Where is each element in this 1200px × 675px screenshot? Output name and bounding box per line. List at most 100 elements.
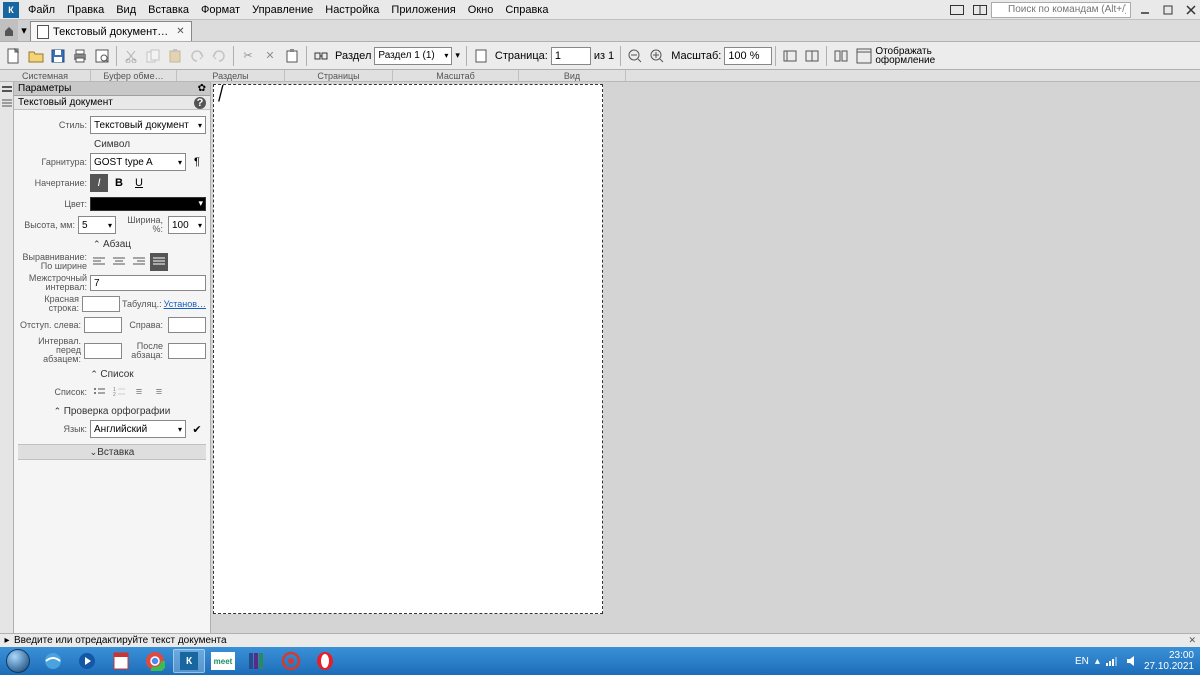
- menu-apps[interactable]: Приложения: [385, 2, 461, 18]
- list-numbers-button[interactable]: 12: [110, 383, 128, 401]
- tabulation-link[interactable]: Установ…: [164, 299, 206, 309]
- list-bullets-button[interactable]: [90, 383, 108, 401]
- tray-lang[interactable]: EN: [1075, 656, 1089, 667]
- cut2-icon[interactable]: ✂: [238, 46, 258, 66]
- home-dropdown[interactable]: ▾: [18, 20, 30, 41]
- open-button[interactable]: [26, 46, 46, 66]
- font-combo[interactable]: GOST type A▾: [90, 153, 186, 171]
- task-opera[interactable]: [309, 649, 341, 673]
- task-chrome[interactable]: [139, 649, 171, 673]
- align-left-button[interactable]: [90, 253, 108, 271]
- menu-insert[interactable]: Вставка: [142, 2, 195, 18]
- page[interactable]: ⎮: [213, 84, 603, 614]
- document-tab[interactable]: Текстовый документ… ✕: [30, 21, 192, 41]
- zoom-input[interactable]: [724, 47, 772, 65]
- list-indent-button[interactable]: ≡: [150, 383, 168, 401]
- width-input[interactable]: 100▾: [168, 216, 206, 234]
- strip-item-2[interactable]: [1, 98, 13, 110]
- paste-button[interactable]: [165, 46, 185, 66]
- section-link-icon[interactable]: [311, 46, 331, 66]
- firstline-input[interactable]: [82, 296, 120, 312]
- show-layout-button[interactable]: Отображатьоформление: [852, 45, 939, 67]
- redo-button[interactable]: [209, 46, 229, 66]
- strip-item-1[interactable]: [1, 84, 13, 96]
- page-icon[interactable]: [471, 46, 491, 66]
- indent-right-input[interactable]: [168, 317, 206, 333]
- tray-up-icon[interactable]: ▴: [1095, 656, 1100, 667]
- space-after-input[interactable]: [168, 343, 206, 359]
- style-combo[interactable]: Текстовый документ▾: [90, 116, 206, 134]
- menu-help[interactable]: Справка: [499, 2, 554, 18]
- status-close-icon[interactable]: ✕: [1188, 635, 1196, 646]
- menu-format[interactable]: Формат: [195, 2, 246, 18]
- align-center-button[interactable]: [110, 253, 128, 271]
- list-section-title[interactable]: Список: [18, 369, 206, 380]
- undo-button[interactable]: [187, 46, 207, 66]
- cut-button[interactable]: [121, 46, 141, 66]
- layout-toggle-1-icon[interactable]: [948, 3, 966, 17]
- task-kompas[interactable]: К: [173, 649, 205, 673]
- new-doc-button[interactable]: [4, 46, 24, 66]
- gear-icon[interactable]: ✿: [198, 83, 206, 94]
- menu-view[interactable]: Вид: [110, 2, 142, 18]
- task-media[interactable]: [71, 649, 103, 673]
- maximize-button[interactable]: [1159, 3, 1177, 17]
- view-page-icon[interactable]: [780, 46, 800, 66]
- task-notepad[interactable]: [105, 649, 137, 673]
- document-canvas[interactable]: ⎮: [211, 82, 1200, 633]
- minimize-button[interactable]: [1136, 3, 1154, 17]
- clipboard-icon[interactable]: [282, 46, 302, 66]
- language-combo[interactable]: Английский▾: [90, 420, 186, 438]
- align-justify-button[interactable]: [150, 253, 168, 271]
- copy-button[interactable]: [143, 46, 163, 66]
- tray-volume-icon[interactable]: [1126, 655, 1138, 667]
- height-input[interactable]: 5▾: [78, 216, 116, 234]
- help-icon[interactable]: ?: [194, 97, 206, 109]
- language-label: Язык:: [18, 425, 90, 434]
- space-before-input[interactable]: [84, 343, 122, 359]
- list-outdent-button[interactable]: ≡: [130, 383, 148, 401]
- command-search-input[interactable]: [991, 2, 1131, 18]
- task-meet[interactable]: meet: [207, 649, 239, 673]
- save-button[interactable]: [48, 46, 68, 66]
- indent-left-input[interactable]: [84, 317, 122, 333]
- task-books[interactable]: [241, 649, 273, 673]
- underline-button[interactable]: U: [130, 174, 148, 192]
- menu-settings[interactable]: Настройка: [319, 2, 385, 18]
- pilcrow-icon[interactable]: ¶: [188, 153, 206, 171]
- section-combo[interactable]: Раздел 1 (1)▾: [374, 47, 452, 65]
- menu-edit[interactable]: Правка: [61, 2, 110, 18]
- spellcheck-section-title[interactable]: Проверка орфографии: [18, 406, 206, 417]
- spellcheck-run-button[interactable]: ✔: [188, 420, 206, 438]
- menubar: К Файл Правка Вид Вставка Формат Управле…: [0, 0, 1200, 20]
- cross-icon[interactable]: ✕: [260, 46, 280, 66]
- tray-clock[interactable]: 23:00 27.10.2021: [1144, 650, 1194, 672]
- insert-section-title[interactable]: Вставка: [18, 444, 206, 460]
- panel-header: Параметры ✿: [14, 82, 210, 96]
- view-columns-icon[interactable]: [831, 46, 851, 66]
- task-app-red[interactable]: [275, 649, 307, 673]
- menu-manage[interactable]: Управление: [246, 2, 319, 18]
- menu-file[interactable]: Файл: [22, 2, 61, 18]
- view-split-icon[interactable]: [802, 46, 822, 66]
- color-combo[interactable]: [90, 197, 206, 211]
- linespacing-input[interactable]: [90, 275, 206, 291]
- width-label: Ширина, %:: [118, 216, 166, 234]
- zoom-in-icon[interactable]: [647, 46, 667, 66]
- task-ie[interactable]: [37, 649, 69, 673]
- menu-window[interactable]: Окно: [462, 2, 500, 18]
- paragraph-section-title[interactable]: Абзац: [18, 239, 206, 250]
- tab-close-icon[interactable]: ✕: [176, 26, 184, 37]
- italic-button[interactable]: I: [90, 174, 108, 192]
- tray-network-icon[interactable]: [1106, 655, 1120, 667]
- align-right-button[interactable]: [130, 253, 148, 271]
- print-button[interactable]: [70, 46, 90, 66]
- home-tab[interactable]: [0, 20, 18, 41]
- start-button[interactable]: [0, 647, 36, 675]
- close-button[interactable]: [1182, 3, 1200, 17]
- zoom-out-icon[interactable]: [625, 46, 645, 66]
- preview-button[interactable]: [92, 46, 112, 66]
- page-input[interactable]: [551, 47, 591, 65]
- bold-button[interactable]: B: [110, 174, 128, 192]
- layout-toggle-2-icon[interactable]: [971, 3, 989, 17]
